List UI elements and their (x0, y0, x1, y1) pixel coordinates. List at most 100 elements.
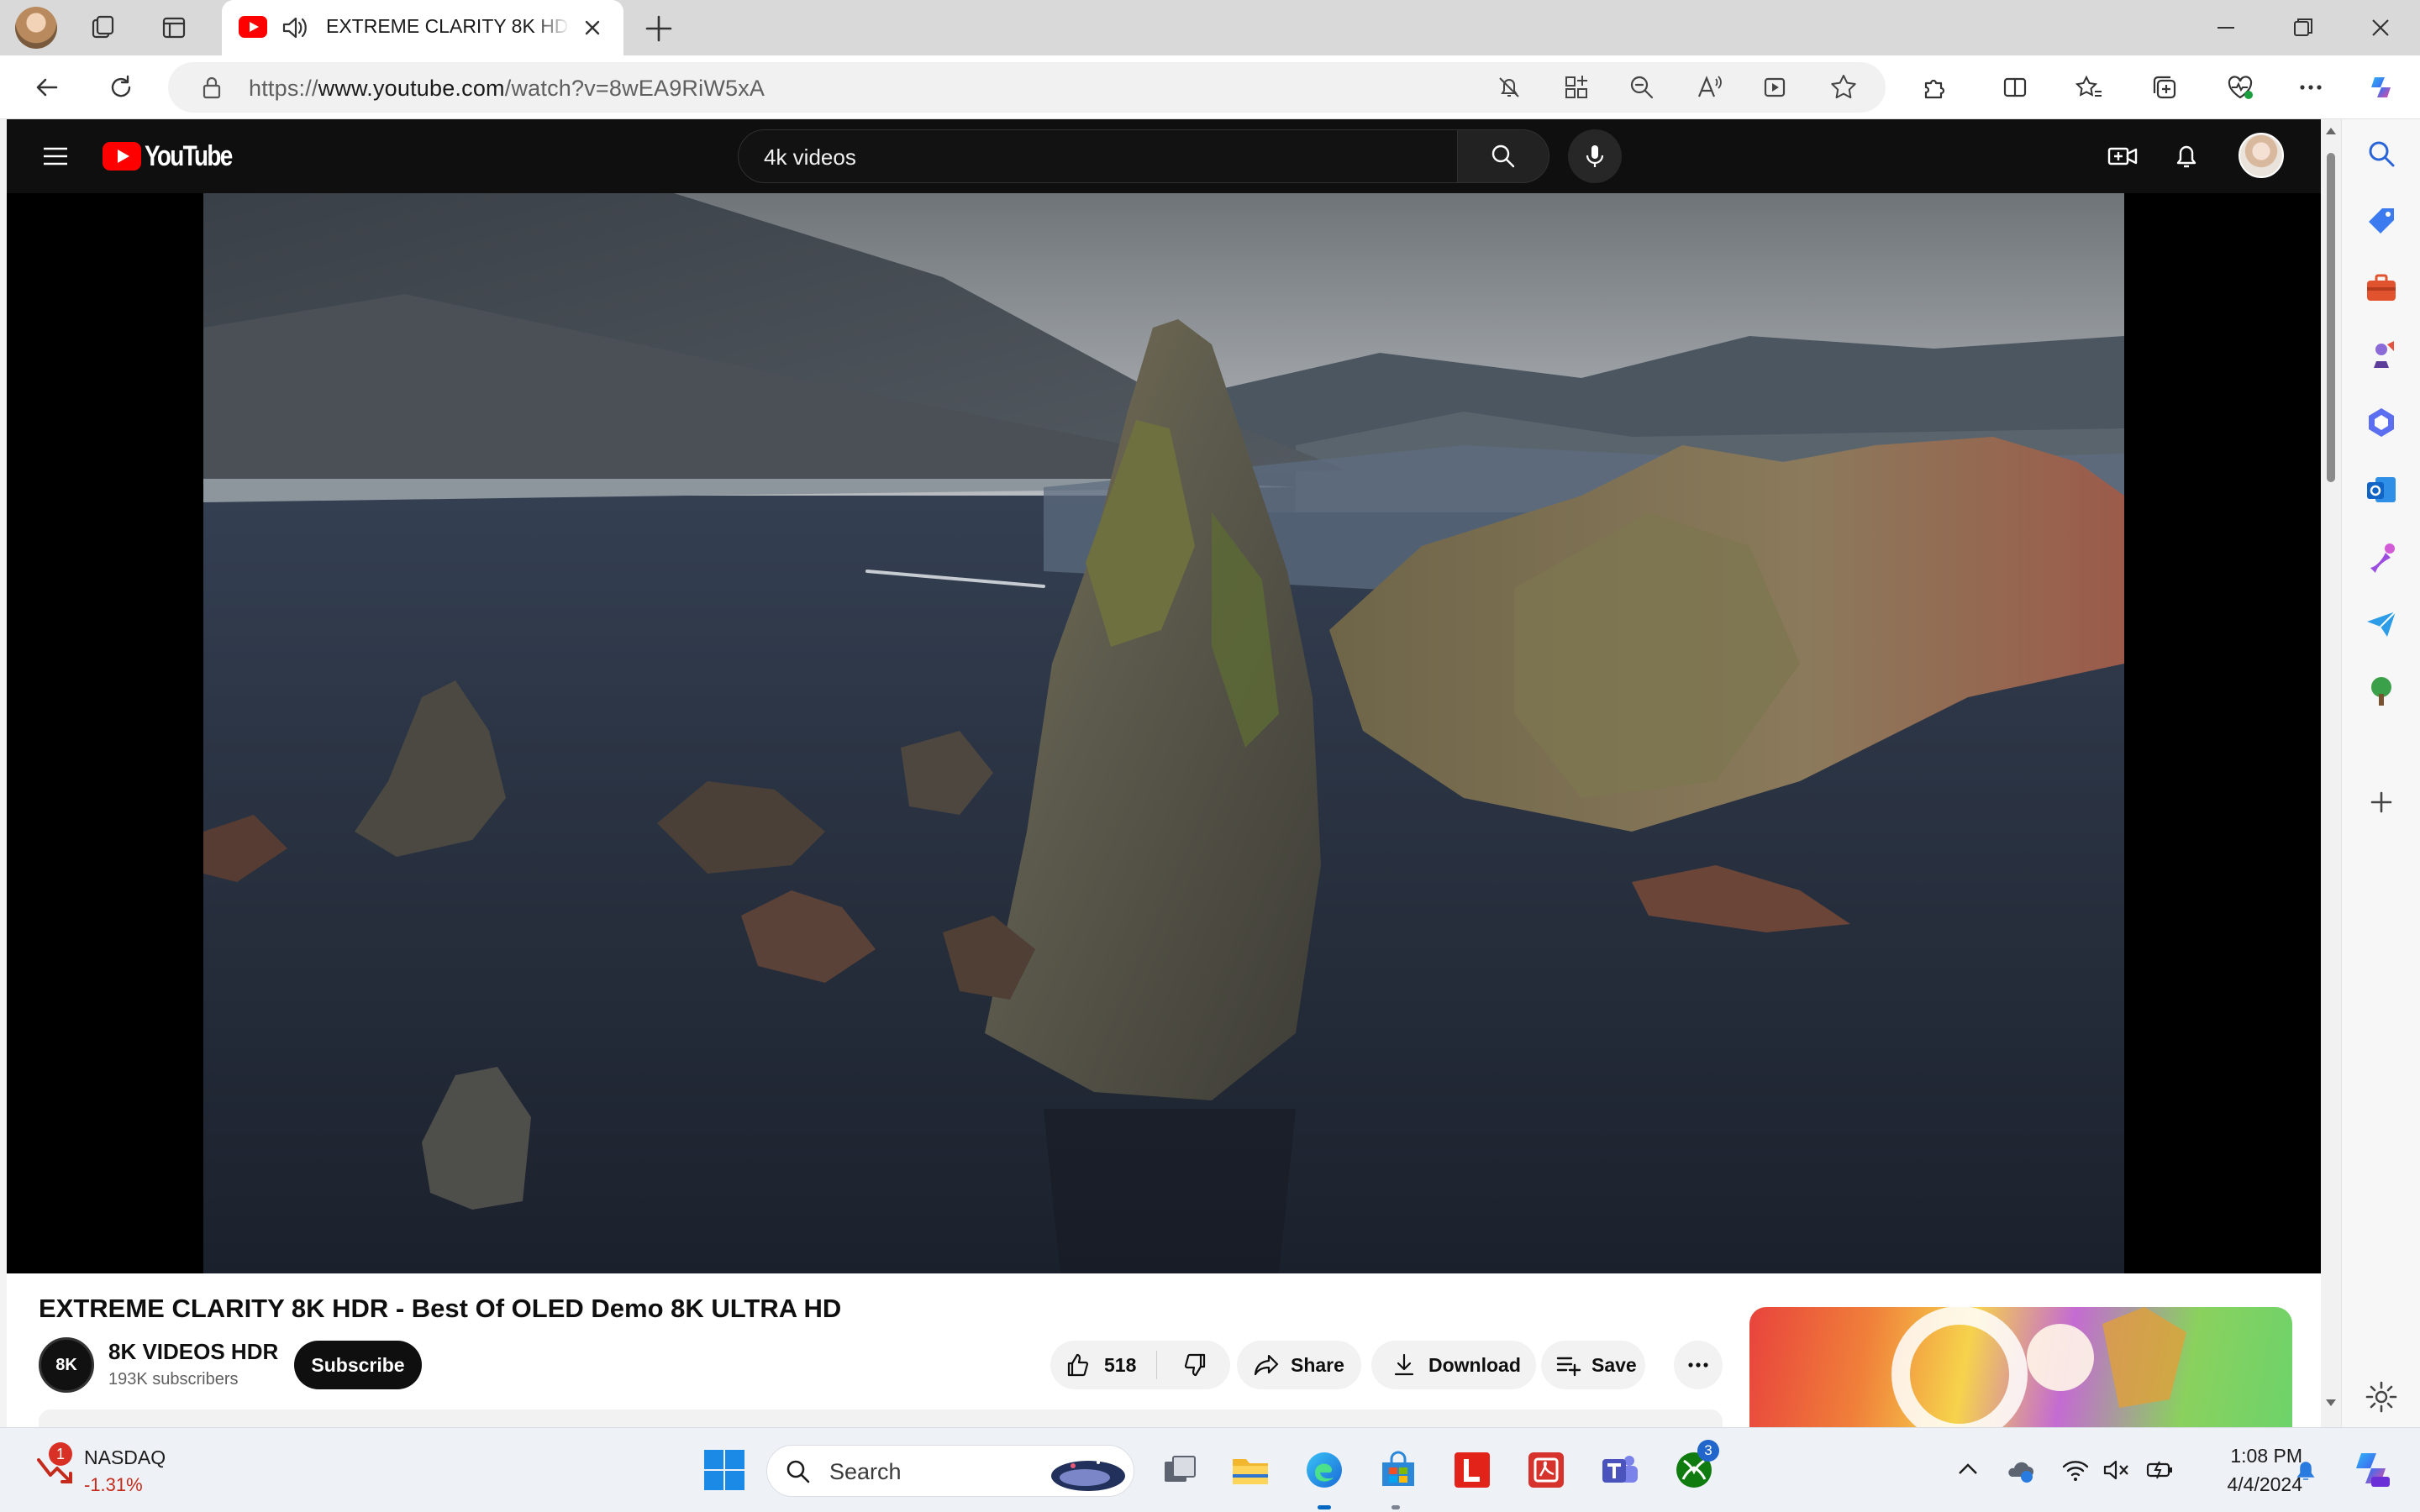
back-button[interactable] (27, 67, 67, 108)
browser-toolbar: https://www.youtube.com/watch?v=8wEA9RiW… (0, 55, 2420, 119)
shopping-tag-icon[interactable] (2362, 202, 2401, 240)
wifi-icon[interactable] (2060, 1455, 2091, 1485)
stock-ticker-name[interactable]: NASDAQ (84, 1446, 166, 1469)
outlook-icon[interactable] (2362, 470, 2401, 509)
youtube-logo[interactable]: YouTube (103, 140, 250, 172)
youtube-search-input[interactable]: 4k videos (738, 129, 1465, 183)
file-explorer-button[interactable] (1225, 1445, 1276, 1495)
page-scrollbar[interactable] (2321, 119, 2341, 1427)
microsoft-store-button[interactable] (1373, 1445, 1423, 1495)
sidebar-settings-gear-icon[interactable] (2362, 1378, 2401, 1416)
task-view-button[interactable] (1155, 1445, 1205, 1495)
games-chess-icon[interactable] (2362, 336, 2401, 375)
task-view-icon (1165, 1456, 1196, 1482)
like-button[interactable]: 518 (1050, 1341, 1156, 1389)
new-tab-icon[interactable] (640, 10, 677, 47)
video-player[interactable] (7, 193, 2321, 1273)
extensions-button[interactable] (1914, 67, 1954, 108)
ellipsis-icon (2300, 85, 2322, 90)
store-bag-icon (1382, 1451, 1414, 1486)
show-hidden-icons-chevron-icon[interactable] (1953, 1455, 1983, 1485)
channel-name[interactable]: 8K VIDEOS HDR (108, 1339, 278, 1365)
save-button[interactable]: Save (1541, 1341, 1645, 1389)
taskbar-clock-date[interactable]: 4/4/2024 (2185, 1473, 2302, 1496)
notifications-bell-icon[interactable] (2168, 138, 2205, 175)
share-button[interactable]: Share (1237, 1341, 1361, 1389)
split-screen-button[interactable] (1995, 67, 2035, 108)
description-box[interactable] (39, 1410, 1723, 1427)
send-paper-plane-icon[interactable] (2362, 605, 2401, 643)
tree-icon[interactable] (2362, 672, 2401, 711)
search-highlight-art-icon (1051, 1461, 1125, 1491)
address-bar[interactable]: https://www.youtube.com/watch?v=8wEA9RiW… (168, 62, 1886, 113)
volume-muted-icon[interactable] (2101, 1455, 2131, 1485)
youtube-account-avatar[interactable] (2238, 133, 2284, 178)
microsoft-365-icon[interactable] (2362, 403, 2401, 442)
restore-icon[interactable] (2284, 8, 2323, 47)
edge-browser-button[interactable] (1299, 1445, 1349, 1495)
hamburger-menu-icon[interactable] (39, 139, 72, 173)
video-frame[interactable] (203, 193, 2124, 1273)
sidebar-search-icon[interactable] (2362, 134, 2401, 173)
taskbar-search-box[interactable]: Search (766, 1445, 1134, 1497)
block-notifications-icon[interactable] (1492, 71, 1526, 104)
start-button[interactable] (699, 1445, 750, 1495)
browser-profile-avatar[interactable] (15, 7, 57, 49)
tab-actions-icon[interactable] (155, 8, 193, 47)
read-aloud-icon[interactable] (1692, 71, 1726, 104)
subscribe-button[interactable]: Subscribe (294, 1341, 422, 1389)
zoom-out-icon[interactable] (1625, 71, 1659, 104)
widget-notification-badge: 1 (49, 1442, 72, 1466)
windows-taskbar: 1 NASDAQ -1.31% Search 3 1:08 PM 4/4/202… (0, 1427, 2420, 1512)
more-actions-button[interactable] (1674, 1341, 1723, 1389)
teams-icon (1602, 1456, 1638, 1483)
scroll-thumb[interactable] (2327, 153, 2335, 482)
minimize-icon[interactable] (2207, 8, 2245, 47)
dislike-button[interactable] (1160, 1341, 1230, 1389)
youtube-search-button[interactable] (1457, 129, 1549, 183)
url-text[interactable]: https://www.youtube.com/watch?v=8wEA9RiW… (249, 76, 765, 102)
letter-l-app-button[interactable] (1447, 1445, 1497, 1495)
close-tab-icon[interactable] (578, 13, 607, 42)
more-menu-button[interactable] (2291, 67, 2331, 108)
favorite-star-icon[interactable] (1827, 71, 1860, 104)
workspaces-icon[interactable] (84, 8, 123, 47)
split-screen-icon (2003, 77, 2027, 97)
copilot-button[interactable] (2361, 67, 2402, 108)
collections-button[interactable] (2144, 67, 2185, 108)
youtube-play-logo-icon (103, 142, 141, 171)
favorites-button[interactable] (2069, 67, 2109, 108)
create-video-icon[interactable] (2104, 138, 2141, 175)
speaker-icon[interactable] (279, 12, 311, 44)
scroll-down-icon[interactable] (2324, 1398, 2338, 1408)
refresh-button[interactable] (101, 67, 141, 108)
promo-artwork (1891, 1307, 2186, 1427)
onedrive-cloud-icon[interactable] (2005, 1455, 2035, 1485)
app-available-icon[interactable] (1560, 71, 1593, 104)
collections-icon (2153, 76, 2176, 99)
designer-icon[interactable] (2362, 538, 2401, 576)
close-window-icon[interactable] (2361, 8, 2400, 47)
pdf-app-button[interactable] (1521, 1445, 1571, 1495)
browser-tab-active[interactable]: EXTREME CLARITY 8K HDR - Best Of OLED De… (222, 0, 623, 55)
promo-banner[interactable] (1749, 1307, 2292, 1427)
video-tools-icon[interactable] (1760, 71, 1793, 104)
lock-icon[interactable] (195, 71, 229, 104)
battery-charging-icon[interactable] (2144, 1455, 2175, 1485)
heartbeat-icon (2228, 76, 2253, 99)
channel-avatar[interactable]: 8K (39, 1337, 94, 1393)
tools-briefcase-icon[interactable] (2362, 269, 2401, 307)
taskbar-clock-time[interactable]: 1:08 PM (2202, 1445, 2302, 1467)
voice-search-button[interactable] (1568, 129, 1622, 183)
browser-essentials-button[interactable] (2220, 67, 2260, 108)
search-icon (1491, 144, 1515, 168)
edge-logo-icon (1307, 1452, 1342, 1488)
copilot-taskbar-icon[interactable] (2351, 1448, 2391, 1488)
download-icon (1394, 1353, 1414, 1376)
teams-button[interactable] (1595, 1445, 1645, 1495)
thumbs-down-icon (1184, 1353, 1206, 1377)
add-sidebar-app-icon[interactable] (2362, 783, 2401, 822)
scroll-up-icon[interactable] (2324, 126, 2338, 136)
notification-bell-icon[interactable] (2291, 1455, 2321, 1485)
download-button[interactable]: Download (1371, 1341, 1536, 1389)
